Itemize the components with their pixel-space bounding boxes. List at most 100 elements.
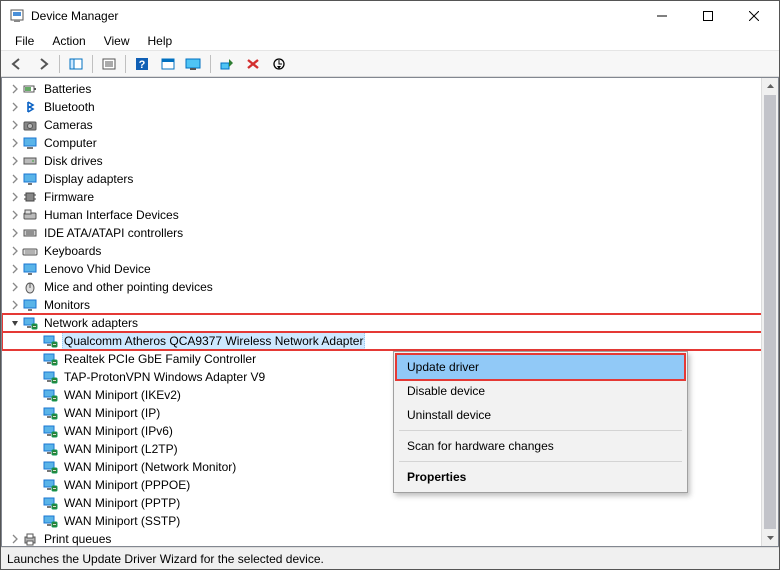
- context-menu: Update driverDisable deviceUninstall dev…: [393, 351, 688, 493]
- toolbar-separator: [92, 55, 93, 73]
- toolbar-separator: [125, 55, 126, 73]
- tree-item-label: WAN Miniport (IKEv2): [62, 387, 183, 403]
- net-icon: [42, 477, 58, 493]
- tree-item-label: WAN Miniport (PPPOE): [62, 477, 192, 493]
- tree-item[interactable]: Batteries: [2, 80, 778, 98]
- window-controls: [639, 1, 777, 31]
- tree-item[interactable]: Display adapters: [2, 170, 778, 188]
- context-menu-item[interactable]: Properties: [397, 465, 684, 489]
- tree-item[interactable]: Lenovo Vhid Device: [2, 260, 778, 278]
- tree-item-label: Cameras: [42, 117, 95, 133]
- chevron-none: [28, 478, 42, 492]
- chevron-right-icon[interactable]: [8, 136, 22, 150]
- tree-item[interactable]: IDE ATA/ATAPI controllers: [2, 224, 778, 242]
- enable-device-button[interactable]: [215, 53, 239, 75]
- net-icon: [42, 513, 58, 529]
- toolbar-separator: [210, 55, 211, 73]
- forward-button[interactable]: [31, 53, 55, 75]
- chevron-right-icon[interactable]: [8, 208, 22, 222]
- scroll-down-button[interactable]: [762, 529, 778, 546]
- tree-item[interactable]: Computer: [2, 134, 778, 152]
- camera-icon: [22, 117, 38, 133]
- help-button[interactable]: ?: [130, 53, 154, 75]
- uninstall-device-button[interactable]: [241, 53, 265, 75]
- tree-item-label: Network adapters: [42, 315, 140, 331]
- net-icon: [42, 405, 58, 421]
- tree-item-label: Realtek PCIe GbE Family Controller: [62, 351, 258, 367]
- action-button[interactable]: [156, 53, 180, 75]
- chevron-right-icon[interactable]: [8, 190, 22, 204]
- chevron-none: [28, 370, 42, 384]
- tree-item[interactable]: Disk drives: [2, 152, 778, 170]
- chevron-right-icon[interactable]: [8, 262, 22, 276]
- net-icon: [42, 369, 58, 385]
- chevron-down-icon[interactable]: [8, 316, 22, 330]
- context-menu-item[interactable]: Update driver: [397, 355, 684, 379]
- chevron-right-icon[interactable]: [8, 532, 22, 546]
- chevron-right-icon[interactable]: [8, 226, 22, 240]
- tree-item[interactable]: Cameras: [2, 116, 778, 134]
- monitor-button[interactable]: [182, 53, 206, 75]
- context-menu-item[interactable]: Scan for hardware changes: [397, 434, 684, 458]
- tree-item[interactable]: Bluetooth: [2, 98, 778, 116]
- tree-item[interactable]: WAN Miniport (SSTP): [2, 512, 778, 530]
- console-tree-button[interactable]: [64, 53, 88, 75]
- chevron-right-icon[interactable]: [8, 244, 22, 258]
- chevron-right-icon[interactable]: [8, 280, 22, 294]
- tree-item-label: IDE ATA/ATAPI controllers: [42, 225, 185, 241]
- menu-view[interactable]: View: [96, 33, 138, 49]
- chevron-right-icon[interactable]: [8, 82, 22, 96]
- close-button[interactable]: [731, 1, 777, 31]
- device-manager-window: Device Manager File Action View Help ? B…: [0, 0, 780, 570]
- tree-item-label: Keyboards: [42, 243, 103, 259]
- net-icon: [42, 441, 58, 457]
- chevron-right-icon[interactable]: [8, 172, 22, 186]
- menu-action[interactable]: Action: [44, 33, 93, 49]
- scroll-thumb[interactable]: [764, 95, 776, 529]
- net-icon: [42, 423, 58, 439]
- tree-item[interactable]: Keyboards: [2, 242, 778, 260]
- minimize-button[interactable]: [639, 1, 685, 31]
- net-icon: [42, 459, 58, 475]
- display-icon: [22, 171, 38, 187]
- properties-button[interactable]: [97, 53, 121, 75]
- chevron-right-icon[interactable]: [8, 118, 22, 132]
- context-menu-item[interactable]: Disable device: [397, 379, 684, 403]
- tree-item[interactable]: Qualcomm Atheros QCA9377 Wireless Networ…: [2, 332, 778, 350]
- tree-item[interactable]: Firmware: [2, 188, 778, 206]
- status-text: Launches the Update Driver Wizard for th…: [7, 552, 324, 566]
- chevron-right-icon[interactable]: [8, 100, 22, 114]
- tree-item[interactable]: WAN Miniport (PPTP): [2, 494, 778, 512]
- tree-item[interactable]: Network adapters: [2, 314, 778, 332]
- toolbar-separator: [59, 55, 60, 73]
- titlebar: Device Manager: [1, 1, 779, 31]
- scroll-up-button[interactable]: [762, 78, 778, 95]
- tree-item-label: Qualcomm Atheros QCA9377 Wireless Networ…: [62, 332, 365, 350]
- context-menu-item[interactable]: Uninstall device: [397, 403, 684, 427]
- bluetooth-icon: [22, 99, 38, 115]
- tree-item[interactable]: Print queues: [2, 530, 778, 546]
- maximize-button[interactable]: [685, 1, 731, 31]
- chevron-none: [28, 388, 42, 402]
- tree-item-label: Firmware: [42, 189, 96, 205]
- tree-item-label: WAN Miniport (SSTP): [62, 513, 182, 529]
- tree-item-label: WAN Miniport (IPv6): [62, 423, 175, 439]
- update-driver-button[interactable]: [267, 53, 291, 75]
- tree-item[interactable]: Monitors: [2, 296, 778, 314]
- menu-help[interactable]: Help: [140, 33, 181, 49]
- app-icon: [9, 8, 25, 24]
- tree-item-label: Monitors: [42, 297, 92, 313]
- vertical-scrollbar[interactable]: [761, 78, 778, 546]
- battery-icon: [22, 81, 38, 97]
- chevron-none: [28, 514, 42, 528]
- printer-icon: [22, 531, 38, 546]
- back-button[interactable]: [5, 53, 29, 75]
- chevron-right-icon[interactable]: [8, 154, 22, 168]
- ide-icon: [22, 225, 38, 241]
- tree-item[interactable]: Human Interface Devices: [2, 206, 778, 224]
- chevron-right-icon[interactable]: [8, 298, 22, 312]
- tree-item-label: Batteries: [42, 81, 93, 97]
- tree-item-label: Print queues: [42, 531, 113, 546]
- tree-item[interactable]: Mice and other pointing devices: [2, 278, 778, 296]
- menu-file[interactable]: File: [7, 33, 42, 49]
